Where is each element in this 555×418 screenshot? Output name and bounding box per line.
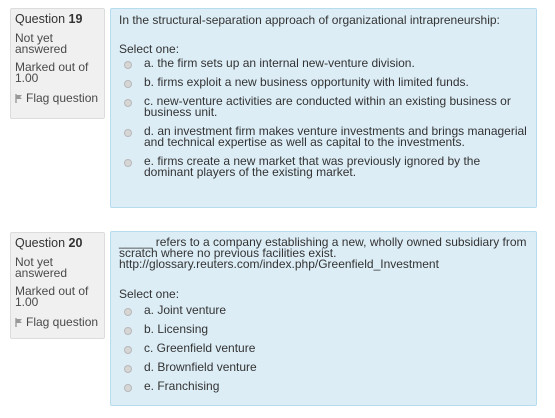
- answer-option-label: e. firms create a new market that was pr…: [144, 154, 481, 179]
- answer-option-label: a. Joint venture: [144, 303, 227, 317]
- radio-button[interactable]: [124, 80, 132, 88]
- question-19-info: Question 19 Not yet answered Marked out …: [10, 8, 105, 119]
- radio-button[interactable]: [124, 346, 132, 354]
- flag-icon: [15, 94, 22, 103]
- answer-option[interactable]: b. Licensing: [119, 322, 528, 336]
- question-number-value: 20: [68, 236, 83, 250]
- answer-option-label: d. Brownfield venture: [144, 360, 257, 374]
- answer-option-label: e. Franchising: [144, 379, 220, 393]
- flag-question-label: Flag question: [26, 91, 99, 105]
- answer-option-label: c. new-venture activities are conducted …: [144, 94, 511, 119]
- radio-button[interactable]: [124, 308, 132, 316]
- answer-option-label: d. an investment firm makes venture inve…: [144, 124, 527, 149]
- answer-option[interactable]: a. Joint venture: [119, 303, 528, 317]
- answer-options: a. the firm sets up an internal new-vent…: [119, 56, 528, 179]
- radio-button[interactable]: [124, 61, 132, 69]
- answer-option[interactable]: d. an investment firm makes venture inve…: [119, 124, 528, 149]
- question-label: Question: [15, 236, 66, 250]
- question-state: Not yet answered: [15, 255, 68, 280]
- answer-option-label: b. firms exploit a new business opportun…: [144, 75, 469, 89]
- question-number: Question 19: [15, 11, 100, 27]
- answer-option[interactable]: b. firms exploit a new business opportun…: [119, 75, 528, 89]
- answer-option-label: a. the firm sets up an internal new-vent…: [144, 56, 415, 70]
- flag-question-link[interactable]: Flag question: [15, 316, 100, 329]
- radio-button[interactable]: [124, 384, 132, 392]
- answer-option[interactable]: e. Franchising: [119, 379, 528, 393]
- flag-icon: [15, 318, 22, 327]
- question-grade: Marked out of 1.00: [15, 284, 89, 309]
- answer-option[interactable]: d. Brownfield venture: [119, 360, 528, 374]
- question-label: Question: [15, 12, 66, 26]
- answer-option[interactable]: c. Greenfield venture: [119, 341, 528, 355]
- radio-button[interactable]: [124, 159, 132, 167]
- radio-button[interactable]: [124, 365, 132, 373]
- question-text: In the structural-separation approach of…: [119, 13, 500, 27]
- question-number: Question 20: [15, 235, 100, 251]
- answer-option[interactable]: c. new-venture activities are conducted …: [119, 94, 528, 119]
- radio-button[interactable]: [124, 327, 132, 335]
- question-text: _____ refers to a company establishing a…: [119, 235, 527, 271]
- answer-option[interactable]: e. firms create a new market that was pr…: [119, 154, 528, 179]
- select-one-prompt: Select one:: [119, 42, 180, 56]
- question-grade: Marked out of 1.00: [15, 60, 89, 85]
- question-20-info: Question 20 Not yet answered Marked out …: [10, 232, 105, 339]
- question-number-value: 19: [68, 12, 83, 26]
- radio-button[interactable]: [124, 129, 132, 137]
- radio-button[interactable]: [124, 99, 132, 107]
- flag-question-label: Flag question: [26, 315, 99, 329]
- select-one-prompt: Select one:: [119, 287, 180, 301]
- answer-option[interactable]: a. the firm sets up an internal new-vent…: [119, 56, 528, 70]
- answer-options: a. Joint venture b. Licensing c. Greenfi…: [119, 303, 528, 393]
- answer-option-label: c. Greenfield venture: [144, 341, 256, 355]
- flag-question-link[interactable]: Flag question: [15, 92, 100, 105]
- answer-option-label: b. Licensing: [144, 322, 209, 336]
- question-20-content: _____ refers to a company establishing a…: [110, 231, 537, 406]
- question-state: Not yet answered: [15, 31, 68, 56]
- question-19-content: In the structural-separation approach of…: [110, 8, 537, 208]
